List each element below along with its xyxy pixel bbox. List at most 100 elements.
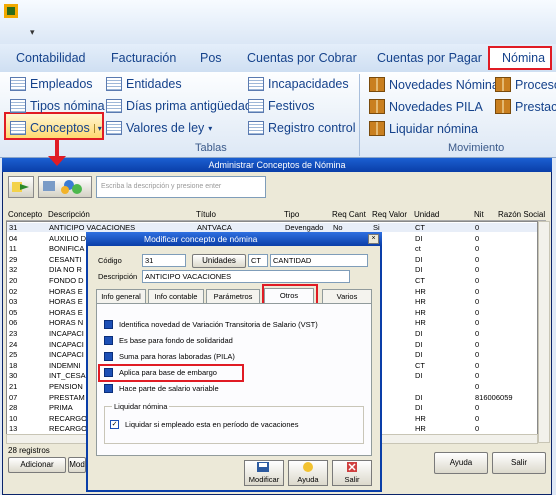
exit-arrow-button[interactable] — [8, 176, 34, 198]
book-icon — [369, 99, 385, 114]
option-checkbox[interactable] — [104, 384, 113, 393]
descripcion-field[interactable]: ANTICIPO VACACIONES — [142, 270, 350, 283]
vertical-scrollbar[interactable] — [538, 221, 550, 443]
help-button[interactable]: Ayuda — [434, 452, 488, 474]
table-cell: FONDO D — [49, 276, 84, 285]
table-cell: CT — [415, 276, 425, 285]
exit-button[interactable]: Salir — [492, 452, 546, 474]
app-logo-icon[interactable] — [3, 3, 19, 19]
tab-pos[interactable]: Pos — [200, 51, 222, 65]
check-icon[interactable]: ✓ — [110, 420, 119, 429]
liquidar-group-label: Liquidar nómina — [112, 402, 170, 411]
chevron-down-icon[interactable]: ▾ — [208, 124, 212, 133]
table-cell: ct — [415, 244, 421, 254]
modify-button[interactable]: Mod — [68, 457, 86, 473]
liquidar-vacaciones-option[interactable]: ✓ Liquidar si empleado esta en período de… — [110, 420, 298, 429]
group-label-movimiento: Movimiento — [448, 142, 505, 154]
col-razon-social[interactable]: Razón Social — [498, 210, 545, 219]
table-cell: AUXILIO D — [49, 233, 87, 243]
table-cell: Devengado — [285, 223, 324, 232]
table-icon — [248, 77, 264, 91]
col-nit[interactable]: Nit — [474, 210, 484, 219]
col-titulo[interactable]: Título — [196, 210, 216, 219]
ribbon-festivos[interactable]: Festivos — [248, 99, 315, 113]
table-cell: 11 — [9, 244, 17, 254]
table-cell: HORAS E — [49, 286, 83, 296]
table-cell: 0 — [475, 265, 480, 275]
tab-cuentas-pagar[interactable]: Cuentas por Pagar — [377, 51, 482, 65]
col-req-valor[interactable]: Req Valor — [372, 210, 407, 219]
ribbon-procesos[interactable]: Procesos — [495, 77, 556, 92]
option-fondo-solidaridad[interactable]: Es base para fondo de solidaridad — [104, 336, 233, 345]
table-cell: 24 — [9, 339, 18, 349]
col-tipo[interactable]: Tipo — [284, 210, 299, 219]
tab-contabilidad[interactable]: Contabilidad — [16, 51, 86, 65]
table-cell: 32 — [9, 265, 18, 275]
table-cell: DI — [415, 339, 423, 349]
tab-nomina-label: Nómina — [502, 51, 546, 65]
ribbon-prestaciones[interactable]: Prestacio — [495, 99, 556, 114]
tab-parametros[interactable]: Parámetros — [206, 289, 260, 303]
ribbon-empleados[interactable]: Empleados — [10, 77, 93, 91]
unidades-button[interactable]: Unidades — [192, 254, 246, 268]
unidad-code-field[interactable]: CT — [248, 254, 268, 267]
table-icon — [10, 99, 26, 113]
option-label: Suma para horas laboradas (PILA) — [119, 352, 235, 361]
tab-varios[interactable]: Varios — [322, 289, 372, 303]
col-req-cant[interactable]: Req Cant — [332, 210, 366, 219]
option-checkbox[interactable] — [104, 336, 113, 345]
tab-nomina[interactable]: Nómina — [488, 46, 552, 70]
ribbon-tipos-nomina[interactable]: Tipos nómina — [10, 99, 105, 113]
people-button[interactable] — [38, 176, 92, 198]
table-cell: INCAPACI — [49, 339, 84, 349]
ribbon-novedades-pila[interactable]: Novedades PILA — [369, 99, 483, 114]
table-cell: 0 — [475, 318, 480, 328]
group-separator — [359, 74, 360, 156]
qat-dropdown-icon[interactable]: ▾ — [30, 27, 35, 38]
tab-cuentas-cobrar[interactable]: Cuentas por Cobrar — [247, 51, 357, 65]
chevron-down-icon[interactable]: ▾ — [93, 123, 102, 133]
table-cell: 13 — [9, 424, 18, 434]
add-button[interactable]: Adicionar — [8, 457, 66, 473]
col-unidad[interactable]: Unidad — [414, 210, 439, 219]
ribbon-liquidar-nomina[interactable]: Liquidar nómina — [369, 121, 478, 136]
col-concepto[interactable]: Concepto — [8, 210, 42, 219]
ribbon-entidades[interactable]: Entidades — [106, 77, 182, 91]
option-salario-variable[interactable]: Hace parte de salario variable — [104, 384, 219, 393]
table-cell: 0 — [475, 307, 480, 317]
table-cell: 29 — [9, 254, 18, 264]
table-cell: CESANTI — [49, 254, 82, 264]
modify-label: Modificar — [248, 475, 280, 484]
table-cell: DI — [415, 265, 423, 275]
users-icon — [43, 180, 82, 194]
group-label-tablas: Tablas — [195, 142, 227, 154]
option-vst[interactable]: Identifica novedad de Variación Transito… — [104, 320, 318, 329]
col-descripcion[interactable]: Descripción — [48, 210, 90, 219]
exit-icon — [347, 462, 357, 472]
red-arrow-head — [48, 156, 66, 166]
table-icon — [10, 121, 26, 135]
tab-info-contable[interactable]: Info contable — [148, 289, 204, 303]
ribbon-novedades-nomina[interactable]: Novedades Nómina — [369, 77, 499, 92]
search-input[interactable]: Escriba la descripción y presione enter — [96, 176, 266, 198]
tab-facturacion[interactable]: Facturación — [111, 51, 176, 65]
ribbon-conceptos[interactable]: Conceptos ▾ — [10, 121, 102, 135]
table-cell: 0 — [475, 233, 480, 243]
table-cell: DI — [415, 403, 423, 413]
option-horas-pila[interactable]: Suma para horas laboradas (PILA) — [104, 352, 235, 361]
codigo-field[interactable]: 31 — [142, 254, 186, 267]
table-row[interactable]: 31 ANTICIPO VACACIONES ANTVACA Devengado No S… — [7, 223, 537, 232]
table-cell: 0 — [475, 403, 480, 413]
table-cell: 0 — [475, 413, 480, 423]
ribbon-valores-ley[interactable]: Valores de ley ▾ — [106, 121, 212, 135]
ribbon-incapacidades[interactable]: Incapacidades — [248, 77, 349, 91]
table-cell: 04 — [9, 233, 18, 243]
close-icon[interactable]: × — [368, 234, 379, 244]
table-cell: BONIFICA — [49, 244, 85, 254]
option-checkbox[interactable] — [104, 352, 113, 361]
table-cell: 30 — [9, 371, 18, 381]
option-checkbox[interactable] — [104, 320, 113, 329]
tab-info-general[interactable]: Info general — [96, 289, 146, 303]
ribbon-dias-prima[interactable]: Días prima antigüedad — [106, 99, 252, 113]
ribbon-registro-control[interactable]: Registro control — [248, 121, 356, 135]
